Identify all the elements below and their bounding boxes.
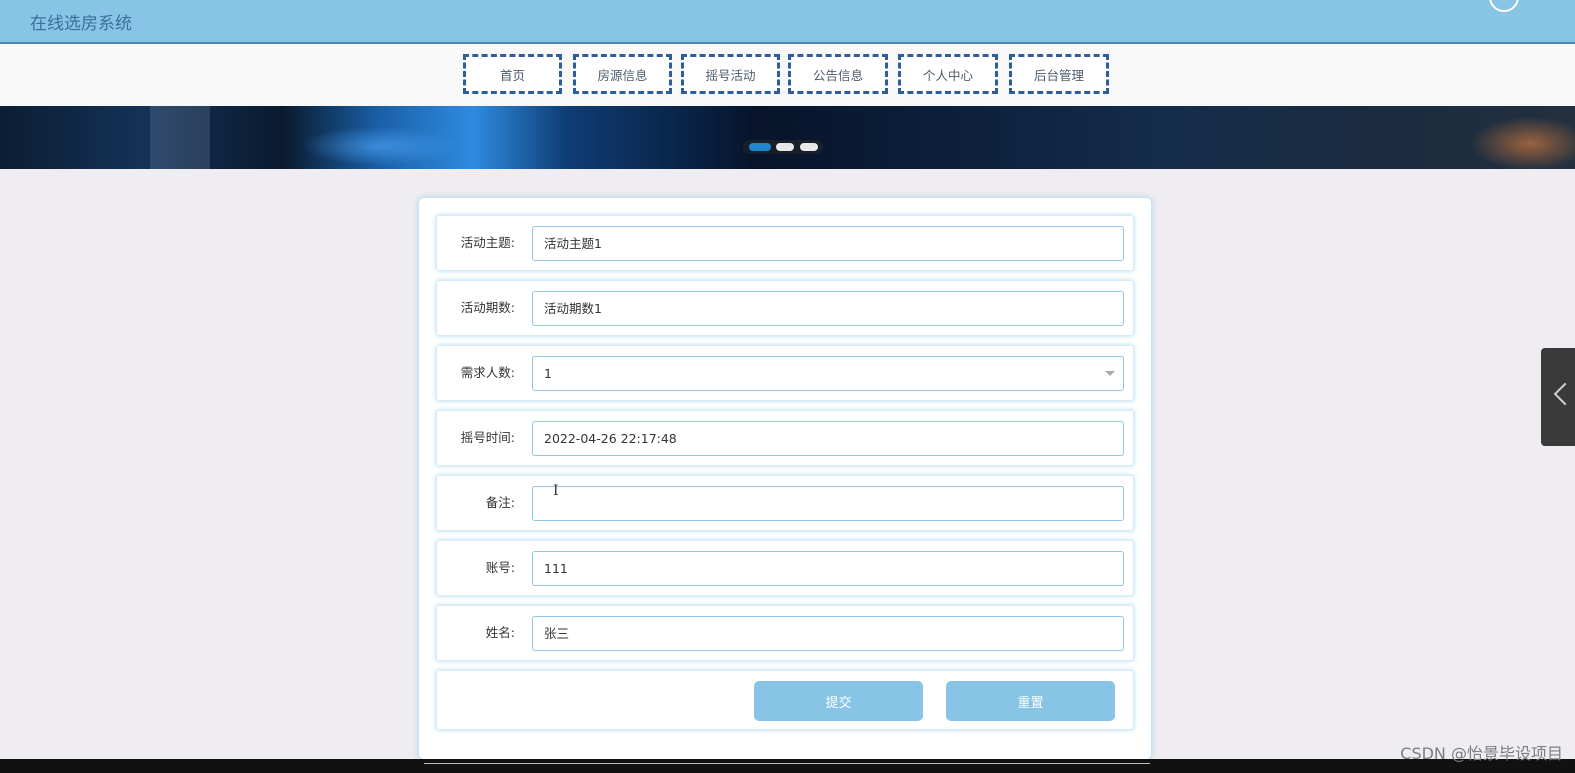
field-label: 活动期数: bbox=[460, 300, 515, 315]
select-value: 1 bbox=[544, 366, 552, 381]
carousel-indicators bbox=[743, 140, 823, 154]
period-input[interactable]: 活动期数1 bbox=[532, 291, 1124, 326]
banner-carousel bbox=[0, 106, 1575, 169]
lottery-time-input[interactable]: 2022-04-26 22:17:48 bbox=[532, 421, 1124, 456]
remarks-input[interactable] bbox=[532, 486, 1124, 521]
carousel-dot[interactable] bbox=[800, 143, 818, 151]
nav-item-home[interactable]: 首页 bbox=[463, 54, 562, 94]
banner-image bbox=[150, 106, 210, 169]
nav-item-announcements[interactable]: 公告信息 bbox=[788, 54, 888, 94]
avatar[interactable] bbox=[1489, 0, 1519, 12]
carousel-dot[interactable] bbox=[749, 143, 771, 151]
site-title: 在线选房系统 bbox=[30, 14, 132, 34]
name-input[interactable]: 张三 bbox=[532, 616, 1124, 651]
nav-item-lottery[interactable]: 摇号活动 bbox=[681, 54, 780, 94]
form-row-remarks: 备注: bbox=[436, 475, 1134, 531]
scrollbar-track[interactable] bbox=[424, 763, 1150, 764]
form-row-period: 活动期数: 活动期数1 bbox=[436, 280, 1134, 336]
required-count-select[interactable]: 1 bbox=[532, 356, 1124, 391]
reset-button[interactable]: 重置 bbox=[946, 681, 1115, 721]
field-label: 姓名: bbox=[485, 625, 515, 640]
field-label: 需求人数: bbox=[460, 365, 515, 380]
field-label: 备注: bbox=[485, 495, 515, 510]
field-label: 摇号时间: bbox=[460, 430, 515, 445]
submit-button[interactable]: 提交 bbox=[754, 681, 923, 721]
form-row-required-count: 需求人数: 1 bbox=[436, 345, 1134, 401]
carousel-dot[interactable] bbox=[776, 143, 794, 151]
bottom-bar bbox=[0, 759, 1575, 773]
watermark: CSDN @怡景毕设项目 bbox=[1400, 744, 1563, 763]
theme-input[interactable]: 活动主题1 bbox=[532, 226, 1124, 261]
form-row-theme: 活动主题: 活动主题1 bbox=[436, 215, 1134, 271]
banner-light bbox=[300, 126, 460, 166]
field-label: 活动主题: bbox=[460, 235, 515, 250]
nav-item-profile[interactable]: 个人中心 bbox=[898, 54, 998, 94]
banner-light bbox=[1470, 116, 1575, 169]
field-label: 账号: bbox=[485, 560, 515, 575]
nav-item-listings[interactable]: 房源信息 bbox=[573, 54, 672, 94]
form-row-account: 账号: 111 bbox=[436, 540, 1134, 596]
form-row-name: 姓名: 张三 bbox=[436, 605, 1134, 661]
top-header: 在线选房系统 bbox=[0, 0, 1575, 44]
account-input[interactable]: 111 bbox=[532, 551, 1124, 586]
chevron-down-icon[interactable] bbox=[1105, 371, 1115, 376]
main-nav: 首页 房源信息 摇号活动 公告信息 个人中心 后台管理 bbox=[0, 44, 1575, 106]
text-cursor-icon: I bbox=[553, 483, 559, 499]
form-row-lottery-time: 摇号时间: 2022-04-26 22:17:48 bbox=[436, 410, 1134, 466]
nav-item-admin[interactable]: 后台管理 bbox=[1009, 54, 1109, 94]
